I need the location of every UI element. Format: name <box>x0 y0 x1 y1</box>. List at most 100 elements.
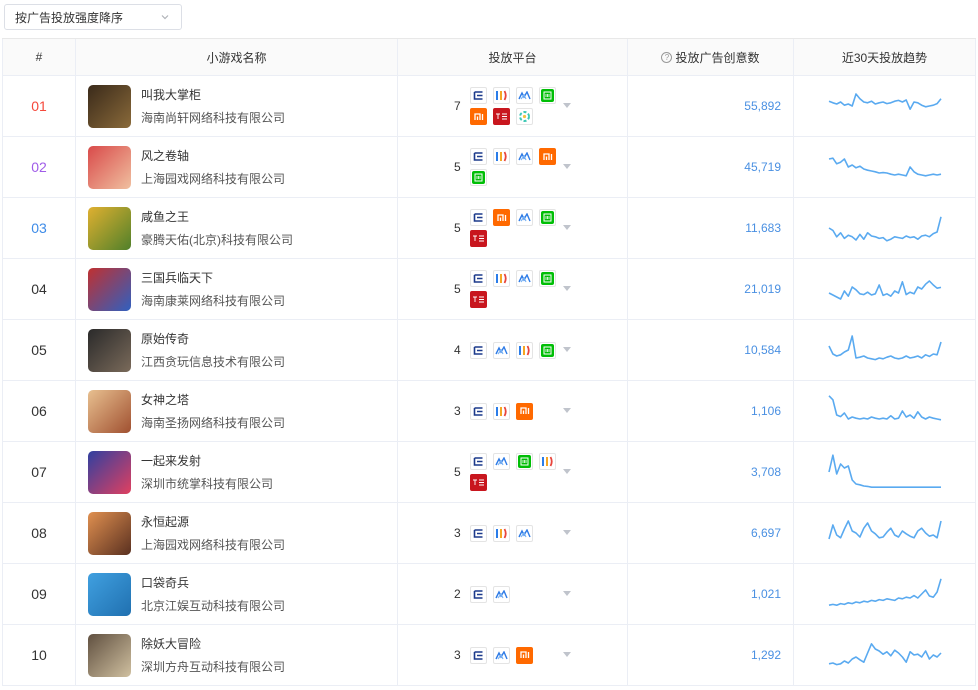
game-cell[interactable]: 口袋奇兵 北京江娱互动科技有限公司 <box>76 564 398 624</box>
game-icon[interactable] <box>88 267 131 311</box>
ad-count-link[interactable]: 45,719 <box>744 160 781 174</box>
header-ad-count[interactable]: ? 投放广告创意数 <box>628 39 794 75</box>
company-name: 海南尚轩网络科技有限公司 <box>141 111 286 125</box>
expand-platforms-icon[interactable] <box>563 225 571 230</box>
table-row[interactable]: 08 永恒起源 上海园戏网络科技有限公司 3 6,697 <box>2 503 976 564</box>
expand-platforms-icon[interactable] <box>563 286 571 291</box>
table-row[interactable]: 03 咸鱼之王 豪腾天佑(北京)科技有限公司 5 11,683 <box>2 198 976 259</box>
platform-count: 2 <box>454 587 461 601</box>
game-icon[interactable] <box>88 84 131 128</box>
table-row[interactable]: 05 原始传奇 江西贪玩信息技术有限公司 4 10,584 <box>2 320 976 381</box>
game-cell[interactable]: 女神之塔 海南圣扬网络科技有限公司 <box>76 381 398 441</box>
game-name[interactable]: 风之卷轴 <box>141 147 285 164</box>
tencent-ads-icon <box>516 209 533 226</box>
game-name[interactable]: 一起来发射 <box>141 452 273 469</box>
game-name[interactable]: 永恒起源 <box>141 513 285 530</box>
ad-count-link[interactable]: 1,292 <box>751 648 781 662</box>
company-name: 上海园戏网络科技有限公司 <box>141 538 286 552</box>
expand-platforms-icon[interactable] <box>563 347 571 352</box>
sort-dropdown[interactable]: 按广告投放强度降序 <box>4 4 182 30</box>
rank-number: 05 <box>31 342 47 358</box>
table-row[interactable]: 09 口袋奇兵 北京江娱互动科技有限公司 2 1,021 <box>2 564 976 625</box>
ad-count-link[interactable]: 1,106 <box>751 404 781 418</box>
game-cell[interactable]: 永恒起源上海园戏网络科技有限公司 <box>76 503 398 563</box>
xiaomi-icon <box>516 646 533 664</box>
tencent-ads-icon <box>516 524 533 542</box>
game-cell[interactable]: 咸鱼之王 豪腾天佑(北京)科技有限公司 <box>76 198 398 258</box>
table-row[interactable]: 10 除妖大冒险 深圳方舟互动科技有限公司 3 1,292 <box>2 625 976 686</box>
platform-icons <box>470 209 562 247</box>
table-row[interactable]: 04 三国兵临天下 海南康莱网络科技有限公司 5 21,019 <box>2 259 976 320</box>
game-icon[interactable] <box>88 572 131 616</box>
game-name[interactable]: 咸鱼之王 <box>141 208 293 225</box>
game-cell[interactable]: 叫我大掌柜海南尚轩网络科技有限公司 <box>76 76 398 136</box>
ad-count-link[interactable]: 11,683 <box>745 221 781 235</box>
rank-cell: 08 <box>2 503 76 563</box>
game-cell[interactable]: 一起来发射 深圳市统掌科技有限公司 <box>76 442 398 502</box>
platform-icons <box>470 87 562 125</box>
ad-count-link[interactable]: 1,021 <box>751 587 781 601</box>
trend-sparkline <box>794 625 976 685</box>
ad-count-cell: 45,719 <box>628 137 794 197</box>
game-icon[interactable] <box>88 511 131 555</box>
tencent-ads-icon <box>493 453 510 470</box>
trend-sparkline <box>794 442 976 502</box>
platform-icons <box>470 402 562 420</box>
tencent-ads-icon <box>516 87 533 104</box>
iqiyi-icon <box>516 453 533 470</box>
xiaomi-icon <box>470 108 487 125</box>
game-cell[interactable]: 三国兵临天下 海南康莱网络科技有限公司 <box>76 259 398 319</box>
table-row[interactable]: 02 风之卷轴 上海园戏网络科技有限公司 5 45,719 <box>2 137 976 198</box>
netease-icon <box>470 474 487 491</box>
game-name[interactable]: 三国兵临天下 <box>141 269 285 286</box>
expand-platforms-icon[interactable] <box>563 164 571 169</box>
game-icon[interactable] <box>88 328 131 372</box>
platform-icons <box>470 453 562 491</box>
game-icon[interactable] <box>88 450 131 494</box>
expand-platforms-icon[interactable] <box>563 469 571 474</box>
expand-platforms-icon[interactable] <box>563 408 571 413</box>
platform-icons <box>470 148 562 186</box>
ad-count-cell: 1,292 <box>628 625 794 685</box>
company-name: 海南康莱网络科技有限公司 <box>141 294 286 308</box>
game-icon[interactable] <box>88 145 131 189</box>
platform-cell: 3 <box>398 625 628 685</box>
game-icon[interactable] <box>88 206 131 250</box>
table-row[interactable]: 07 一起来发射 深圳市统掌科技有限公司 5 3,708 <box>2 442 976 503</box>
game-icon[interactable] <box>88 389 131 433</box>
platform-icons <box>470 341 562 359</box>
expand-platforms-icon[interactable] <box>563 591 571 596</box>
expand-platforms-icon[interactable] <box>563 103 571 108</box>
tencent-ads-icon <box>493 341 510 359</box>
game-name[interactable]: 口袋奇兵 <box>141 574 285 591</box>
game-name[interactable]: 叫我大掌柜 <box>141 86 285 103</box>
ad-count-link[interactable]: 21,019 <box>744 282 781 296</box>
game-icon[interactable] <box>88 633 131 677</box>
platform-icons <box>470 270 562 308</box>
rank-cell: 05 <box>2 320 76 380</box>
game-name[interactable]: 除妖大冒险 <box>141 635 285 652</box>
help-icon[interactable]: ? <box>661 51 673 63</box>
iqiyi-icon <box>539 270 556 287</box>
expand-platforms-icon[interactable] <box>563 652 571 657</box>
ad-count-link[interactable]: 10,584 <box>744 343 781 357</box>
game-name[interactable]: 原始传奇 <box>141 330 285 347</box>
ad-count-cell: 1,106 <box>628 381 794 441</box>
game-cell[interactable]: 风之卷轴 上海园戏网络科技有限公司 <box>76 137 398 197</box>
channel-bars-icon <box>493 402 510 420</box>
game-name[interactable]: 女神之塔 <box>141 391 285 408</box>
platform-count: 5 <box>454 221 461 235</box>
channel-bars-icon <box>493 87 510 104</box>
expand-platforms-icon[interactable] <box>563 530 571 535</box>
ad-count-link[interactable]: 3,708 <box>751 465 781 479</box>
ad-count-link[interactable]: 55,892 <box>744 99 781 113</box>
tencent-ads-icon <box>516 148 533 165</box>
ad-count-link[interactable]: 6,697 <box>751 526 781 540</box>
game-cell[interactable]: 原始传奇 江西贪玩信息技术有限公司 <box>76 320 398 380</box>
ad-count-cell: 10,584 <box>628 320 794 380</box>
channel-bars-icon <box>493 270 510 287</box>
table-row[interactable]: 01 叫我大掌柜 海南尚轩网络科技有限公司 7 55,892 <box>2 76 976 137</box>
table-row[interactable]: 06 女神之塔 海南圣扬网络科技有限公司 3 1,106 <box>2 381 976 442</box>
rank-number: 09 <box>31 586 47 602</box>
game-cell[interactable]: 除妖大冒险 深圳方舟互动科技有限公司 <box>76 625 398 685</box>
